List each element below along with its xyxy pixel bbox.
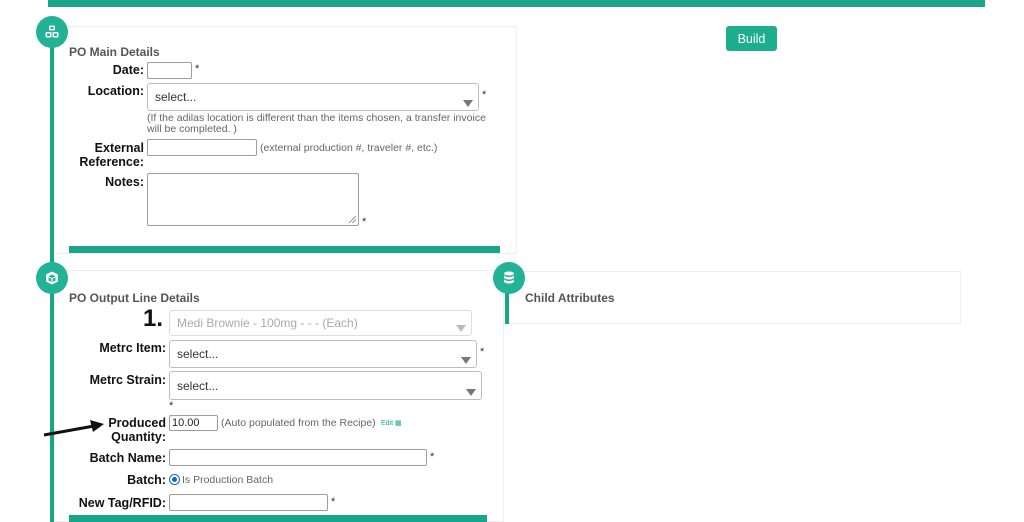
batch-label: Batch: [127, 473, 166, 487]
is-production-batch-radio[interactable] [169, 474, 180, 485]
batch-name-label: Batch Name: [89, 451, 166, 465]
chevron-down-icon [456, 325, 466, 332]
top-accent-bar [48, 0, 985, 7]
date-required-mark: * [195, 63, 200, 75]
produced-quantity-value: 10.00 [172, 417, 200, 429]
produced-quantity-label-line2: Quantity: [111, 430, 166, 444]
radio-dot [172, 477, 177, 482]
edit-link-label: Edit [381, 420, 394, 427]
child-attributes-title: Child Attributes [525, 291, 615, 305]
metrc-item-select[interactable]: select... [169, 340, 477, 368]
metrc-item-label: Metrc Item: [99, 341, 166, 355]
metrc-strain-required-mark: * [169, 400, 174, 412]
build-button[interactable]: Build [726, 26, 777, 51]
is-production-batch-label: Is Production Batch [182, 474, 274, 486]
location-hint: (If the adilas location is different tha… [147, 112, 486, 135]
edit-icon: ▦ [395, 420, 402, 427]
notes-label: Notes: [105, 175, 144, 189]
new-tag-label: New Tag/RFID: [78, 496, 166, 510]
output-line-bottom-bar [69, 515, 487, 522]
location-select-value: select... [155, 90, 197, 104]
cubes-icon [36, 16, 68, 48]
metrc-strain-label: Metrc Strain: [89, 373, 166, 387]
location-required-mark: * [482, 89, 487, 101]
external-reference-field[interactable] [147, 139, 257, 156]
date-label: Date: [112, 63, 144, 77]
main-details-bottom-bar [69, 246, 500, 253]
database-icon [493, 262, 525, 294]
edit-link[interactable]: Edit ▦ [381, 419, 402, 427]
product-select-value: Medi Brownie - 100mg - - - (Each) [177, 316, 358, 330]
cube-icon [36, 262, 68, 294]
metrc-item-select-value: select... [177, 347, 219, 361]
chevron-down-icon [463, 100, 473, 107]
external-reference-label-line1: External [94, 141, 144, 155]
external-reference-label-line2: Reference: [79, 155, 144, 169]
product-select[interactable]: Medi Brownie - 100mg - - - (Each) [169, 310, 472, 336]
batch-name-field[interactable] [169, 449, 427, 466]
batch-name-required-mark: * [430, 451, 435, 463]
chevron-down-icon [461, 357, 471, 364]
produced-quantity-label-line1: Produced [108, 416, 166, 430]
metrc-strain-select-value: select... [177, 378, 219, 393]
date-field[interactable] [147, 62, 192, 79]
location-select[interactable]: select... [147, 83, 479, 111]
produced-quantity-hint: (Auto populated from the Recipe) [221, 417, 376, 429]
output-line-title: PO Output Line Details [69, 291, 200, 305]
main-details-title: PO Main Details [69, 45, 160, 59]
notes-required-mark: * [362, 216, 367, 228]
chevron-down-icon [466, 389, 476, 396]
new-tag-field[interactable] [169, 494, 328, 511]
external-reference-label: External Reference: [60, 141, 144, 169]
notes-textarea[interactable] [147, 173, 359, 226]
line-number: 1. [143, 305, 164, 332]
metrc-strain-select[interactable]: select... [169, 371, 482, 400]
external-reference-hint: (external production #, traveler #, etc.… [260, 142, 438, 154]
location-label: Location: [87, 84, 144, 98]
resize-grip-icon[interactable] [349, 216, 356, 223]
metrc-item-required-mark: * [480, 346, 485, 358]
produced-quantity-field[interactable]: 10.00 [169, 415, 218, 431]
new-tag-required-mark: * [331, 496, 336, 508]
produced-quantity-label: Produced Quantity: [90, 416, 166, 444]
